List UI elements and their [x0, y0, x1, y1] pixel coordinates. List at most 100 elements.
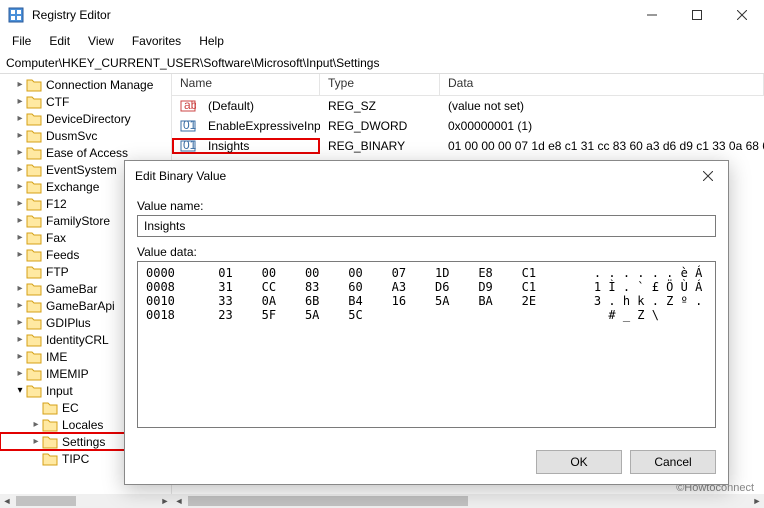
value-name: (Default): [200, 99, 320, 113]
menu-edit[interactable]: Edit: [41, 32, 78, 50]
scroll-left-icon[interactable]: ◄: [172, 494, 186, 508]
tree-item[interactable]: ▸ DeviceDirectory: [0, 110, 171, 127]
folder-icon: [26, 78, 42, 92]
chevron-right-icon: ▸: [14, 79, 26, 90]
folder-icon: [26, 197, 42, 211]
value-name: Insights: [200, 139, 320, 153]
value-data: (value not set): [440, 99, 764, 113]
folder-icon: [26, 299, 42, 313]
folder-icon: [26, 350, 42, 364]
tree-label: GDIPlus: [46, 316, 91, 330]
value-row[interactable]: 011InsightsREG_BINARY01 00 00 00 07 1d e…: [172, 136, 764, 156]
app-icon: [8, 7, 24, 23]
chevron-right-icon: ▸: [14, 181, 26, 192]
chevron-right-icon: ▸: [14, 300, 26, 311]
col-type[interactable]: Type: [320, 74, 440, 95]
folder-icon: [26, 248, 42, 262]
tree-label: IME: [46, 350, 67, 364]
tree-label: GameBarApi: [46, 299, 115, 313]
value-icon: ab: [180, 98, 196, 114]
chevron-right-icon: ▸: [14, 130, 26, 141]
chevron-right-icon: ▸: [14, 147, 26, 158]
scroll-right-icon[interactable]: ►: [750, 494, 764, 508]
chevron-right-icon: ▸: [14, 215, 26, 226]
tree-label: EventSystem: [46, 163, 117, 177]
window-title: Registry Editor: [32, 8, 629, 22]
scroll-thumb[interactable]: [16, 496, 76, 506]
tree-label: Locales: [62, 418, 103, 432]
value-icon: 011: [180, 118, 196, 134]
chevron-right-icon: ▸: [14, 317, 26, 328]
hex-editor[interactable]: 0000 01 00 00 00 07 1D E8 C1 . . . . . .…: [137, 261, 716, 428]
list-hscroll[interactable]: ◄ ►: [172, 494, 764, 508]
folder-icon: [26, 163, 42, 177]
menu-view[interactable]: View: [80, 32, 122, 50]
col-name[interactable]: Name: [172, 74, 320, 95]
tree-item[interactable]: ▸Ease of Access: [0, 144, 171, 161]
value-data: 0x00000001 (1): [440, 119, 764, 133]
value-data: 01 00 00 00 07 1d e8 c1 31 cc 83 60 a3 d…: [440, 139, 764, 153]
tree-label: DeviceDirectory: [46, 112, 131, 126]
value-data-label: Value data:: [137, 245, 716, 259]
chevron-right-icon: ▸: [14, 249, 26, 260]
chevron-right-icon: ▸: [30, 436, 42, 447]
tree-label: GameBar: [46, 282, 97, 296]
tree-hscroll[interactable]: ◄ ►: [0, 494, 172, 508]
close-button[interactable]: [719, 0, 764, 30]
tree-item[interactable]: ▸CTF: [0, 93, 171, 110]
tree-label: FamilyStore: [46, 214, 110, 228]
chevron-right-icon: ▸: [30, 419, 42, 430]
folder-icon: [42, 401, 58, 415]
value-type: REG_SZ: [320, 99, 440, 113]
folder-icon: [26, 214, 42, 228]
tree-label: FTP: [46, 265, 69, 279]
folder-icon: [26, 265, 42, 279]
scroll-right-icon[interactable]: ►: [158, 494, 172, 508]
tree-label: IdentityCRL: [46, 333, 109, 347]
tree-label: EC: [62, 401, 79, 415]
value-name-input[interactable]: [137, 215, 716, 237]
folder-icon: [26, 180, 42, 194]
chevron-right-icon: ▸: [14, 351, 26, 362]
folder-icon: [26, 129, 42, 143]
folder-icon: [26, 367, 42, 381]
tree-label: CTF: [46, 95, 69, 109]
scroll-thumb[interactable]: [188, 496, 468, 506]
tree-label: DusmSvc: [46, 129, 97, 143]
col-data[interactable]: Data: [440, 74, 764, 95]
chevron-right-icon: ▸: [14, 232, 26, 243]
folder-icon: [26, 95, 42, 109]
folder-icon: [26, 146, 42, 160]
chevron-right-icon: ▸: [14, 164, 26, 175]
folder-icon: [42, 452, 58, 466]
folder-icon: [42, 435, 58, 449]
folder-icon: [26, 384, 42, 398]
dialog-title: Edit Binary Value: [135, 169, 688, 183]
cancel-button[interactable]: Cancel: [630, 450, 716, 474]
menu-file[interactable]: File: [4, 32, 39, 50]
scroll-left-icon[interactable]: ◄: [0, 494, 14, 508]
folder-icon: [26, 231, 42, 245]
menu-favorites[interactable]: Favorites: [124, 32, 189, 50]
svg-text:011: 011: [183, 118, 196, 132]
ok-button[interactable]: OK: [536, 450, 622, 474]
maximize-button[interactable]: [674, 0, 719, 30]
value-name: EnableExpressiveInp...: [200, 119, 320, 133]
folder-icon: [42, 418, 58, 432]
tree-label: Connection Manage: [46, 78, 153, 92]
tree-item[interactable]: ▸ Connection Manage: [0, 76, 171, 93]
value-row[interactable]: 011 EnableExpressiveInp...REG_DWORD0x0000…: [172, 116, 764, 136]
chevron-right-icon: ▸: [14, 113, 26, 124]
value-row[interactable]: ab (Default)REG_SZ(value not set): [172, 96, 764, 116]
dialog-close-button[interactable]: [688, 161, 728, 191]
folder-icon: [26, 282, 42, 296]
value-type: REG_DWORD: [320, 119, 440, 133]
tree-label: Feeds: [46, 248, 79, 262]
chevron-right-icon: ▸: [14, 368, 26, 379]
edit-binary-dialog: Edit Binary Value Value name: Value data…: [124, 160, 729, 485]
address-bar[interactable]: Computer\HKEY_CURRENT_USER\Software\Micr…: [0, 52, 764, 74]
menu-help[interactable]: Help: [191, 32, 232, 50]
chevron-right-icon: ▸: [14, 334, 26, 345]
tree-item[interactable]: ▸ DusmSvc: [0, 127, 171, 144]
minimize-button[interactable]: [629, 0, 674, 30]
